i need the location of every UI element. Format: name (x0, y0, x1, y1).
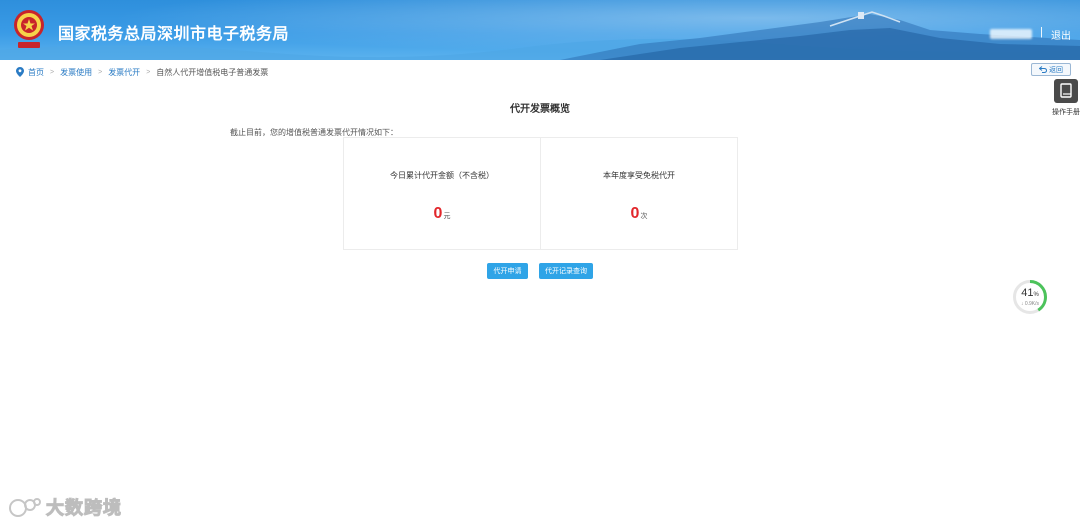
breadcrumb-home[interactable]: 首页 (28, 67, 44, 78)
page-title: 代开发票概览 (510, 104, 570, 115)
network-speed-widget[interactable]: 41% ↓ 0.9K/s (1011, 279, 1049, 315)
breadcrumb: 首页 > 发票使用 > 发票代开 > 自然人代开增值税电子普通发票 (16, 66, 268, 78)
username-redacted (990, 29, 1032, 39)
speed-rate: ↓ 0.9K/s (1020, 301, 1040, 307)
card-value-row: 0元 (344, 205, 540, 223)
speed-percent: 41% (1011, 287, 1049, 299)
card-unit: 元 (443, 213, 451, 220)
logout-link[interactable]: 退出 (1051, 27, 1071, 42)
back-button[interactable]: 返回 (1031, 63, 1071, 76)
return-arrow-icon (1039, 66, 1047, 73)
breadcrumb-separator: > (98, 68, 103, 76)
watermark-logo-icon (9, 498, 41, 517)
site-header: 国家税务总局深圳市电子税务局 | 退出 (0, 0, 1080, 60)
card-value: 0 (630, 205, 640, 222)
query-records-button[interactable]: 代开记录查询 (539, 263, 593, 279)
watermark-text: 大数跨境 (46, 498, 122, 519)
apply-button[interactable]: 代开申请 (487, 263, 528, 279)
site-title: 国家税务总局深圳市电子税务局 (58, 26, 290, 43)
card-value-row: 0次 (541, 205, 737, 223)
card-label: 今日累计代开金额（不含税） (390, 171, 494, 180)
card-tax-free-count: 本年度享受免税代开 0次 (540, 137, 738, 250)
header-separator: | (1040, 26, 1043, 38)
speed-percent-value: 41 (1021, 287, 1034, 299)
watermark: 大数跨境 (8, 495, 122, 519)
breadcrumb-separator: > (146, 68, 151, 76)
breadcrumb-separator: > (50, 68, 55, 76)
location-pin-icon (16, 67, 24, 77)
back-button-label: 返回 (1049, 66, 1063, 74)
breadcrumb-invoice-issuing[interactable]: 发票代开 (108, 67, 140, 78)
breadcrumb-current: 自然人代开增值税电子普通发票 (156, 67, 269, 77)
card-today-amount: 今日累计代开金额（不含税） 0元 (343, 137, 541, 250)
tax-bureau-logo (14, 10, 44, 48)
book-icon (1060, 83, 1072, 98)
card-unit: 次 (640, 213, 648, 220)
speed-percent-unit: % (1033, 292, 1039, 298)
breadcrumb-invoice-use[interactable]: 发票使用 (60, 67, 92, 78)
card-value: 0 (433, 205, 443, 222)
card-label: 本年度享受免税代开 (603, 171, 675, 180)
